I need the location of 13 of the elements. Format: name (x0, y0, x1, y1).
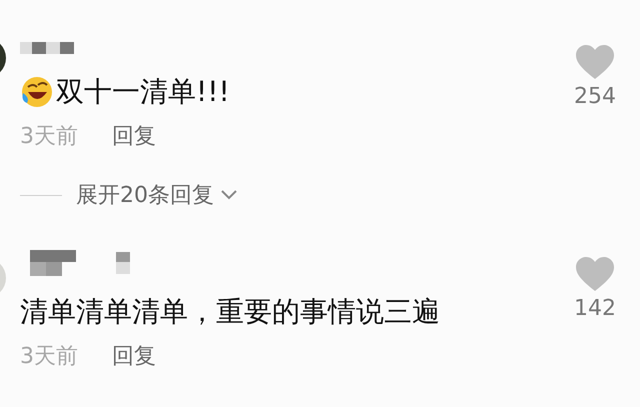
reply-link[interactable]: 回复 (112, 342, 156, 372)
like-count: 142 (574, 296, 616, 321)
comment-text: 双十一清单!!! (56, 74, 230, 110)
reply-link[interactable]: 回复 (112, 122, 156, 152)
heart-icon[interactable] (575, 256, 615, 292)
chevron-down-icon (220, 189, 238, 201)
expand-replies-button[interactable]: 展开20条回复 (76, 180, 238, 210)
comment-time: 3天前 (20, 343, 78, 371)
comment-time: 3天前 (20, 123, 78, 151)
laughing-crying-emoji-icon (20, 75, 54, 109)
heart-icon[interactable] (575, 44, 615, 80)
comment-text: 清单清单清单，重要的事情说三遍 (20, 294, 440, 330)
like-count: 254 (574, 84, 616, 109)
